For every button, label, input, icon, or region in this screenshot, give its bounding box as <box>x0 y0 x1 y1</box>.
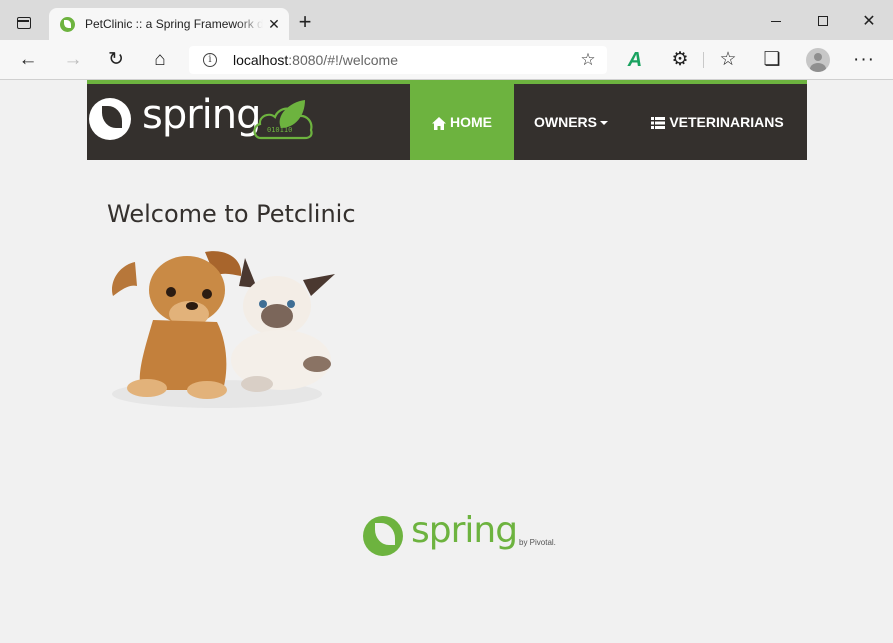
brand-text: spring <box>142 92 262 138</box>
new-tab-button[interactable]: + <box>294 11 316 33</box>
cloud-leaf-icon: 010110 <box>253 100 313 140</box>
extensions-puzzle-icon[interactable]: ⚙ <box>668 48 692 72</box>
page-viewport: spring 010110 Home Owners Veterinarians … <box>0 80 893 643</box>
url-host: localhost <box>233 52 289 68</box>
nav-owners-label: Owners <box>534 114 597 130</box>
extension-a-icon[interactable]: A <box>624 48 646 72</box>
nav-veterinarians[interactable]: Veterinarians <box>628 84 807 160</box>
forward-arrow-icon[interactable]: → <box>61 48 85 72</box>
site-navbar: spring 010110 Home Owners Veterinarians <box>87 80 807 160</box>
page-title: Welcome to Petclinic <box>107 200 356 228</box>
back-arrow-icon[interactable]: ← <box>16 48 40 72</box>
tab-close-icon[interactable]: ✕ <box>265 15 283 33</box>
nav-home[interactable]: Home <box>410 84 514 160</box>
url-text[interactable]: localhost:8080/#!/welcome <box>233 52 398 68</box>
url-path: :8080/#!/welcome <box>288 52 398 68</box>
browser-tab-active[interactable]: PetClinic :: a Spring Framework demonstr… <box>49 8 289 40</box>
window-maximize-button[interactable] <box>811 10 835 34</box>
list-icon <box>651 117 666 130</box>
window-minimize-button[interactable] <box>764 10 788 34</box>
profile-avatar[interactable] <box>806 48 830 72</box>
tab-actions-icon[interactable] <box>17 17 31 29</box>
home-icon[interactable]: ⌂ <box>148 48 172 72</box>
nav-owners-dropdown[interactable]: Owners <box>514 84 628 160</box>
spring-leaf-icon <box>89 98 131 140</box>
add-favorite-icon[interactable]: ☆ <box>577 49 599 71</box>
reload-icon[interactable]: ↻ <box>104 48 128 72</box>
toolbar-divider <box>703 52 704 68</box>
cloud-digits: 010110 <box>267 126 292 134</box>
spring-favicon-icon <box>60 17 75 32</box>
footer-spring-text: spring <box>411 510 518 551</box>
browser-toolbar: ← → ↻ ⌂ i localhost:8080/#!/welcome ☆ A … <box>0 40 893 80</box>
address-bar[interactable]: i localhost:8080/#!/welcome ☆ <box>189 46 607 74</box>
footer-by-pivotal: by Pivotal. <box>519 538 556 547</box>
browser-tab-strip: PetClinic :: a Spring Framework demonstr… <box>0 0 893 40</box>
nav-home-label: Home <box>450 114 492 130</box>
footer-spring-logo: spring by Pivotal. <box>363 510 563 558</box>
collections-icon[interactable]: ❏ <box>760 48 784 72</box>
spring-brand-logo[interactable]: spring 010110 <box>87 92 327 144</box>
home-icon <box>432 116 446 130</box>
nav-veterinarians-label: Veterinarians <box>669 114 784 130</box>
pets-image <box>111 251 335 408</box>
spring-leaf-icon <box>363 516 403 556</box>
site-info-icon[interactable]: i <box>203 53 217 67</box>
settings-menu-icon[interactable]: ··· <box>852 48 876 72</box>
caret-down-icon <box>600 121 608 126</box>
tab-title: PetClinic :: a Spring Framework demonstr… <box>85 17 263 31</box>
window-close-button[interactable]: ✕ <box>857 10 881 34</box>
favorites-icon[interactable]: ☆ <box>716 48 740 72</box>
